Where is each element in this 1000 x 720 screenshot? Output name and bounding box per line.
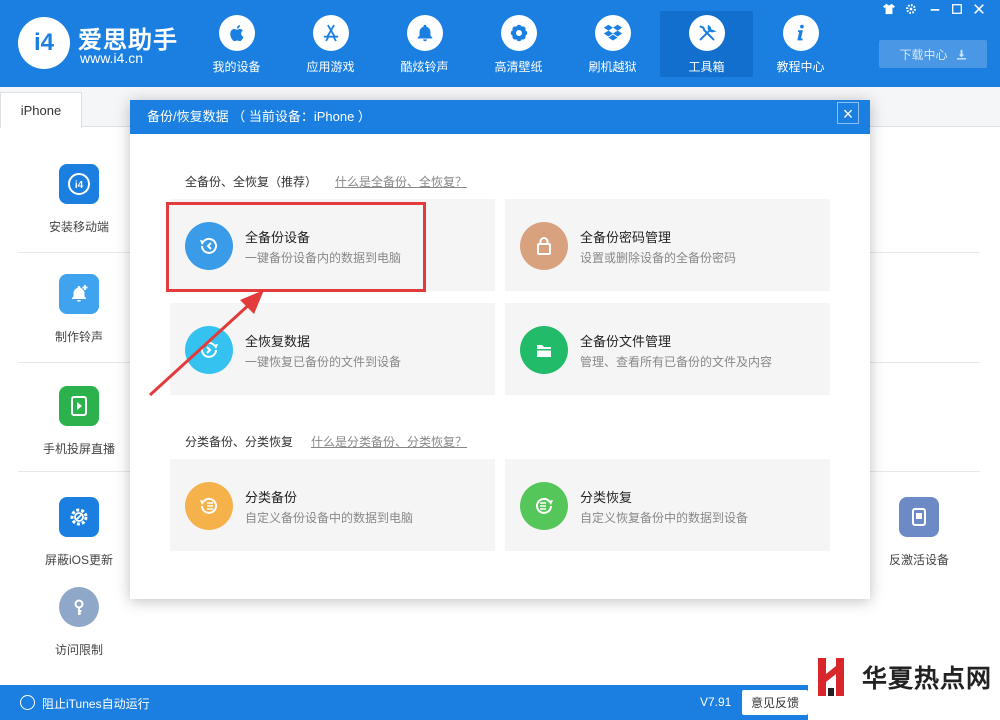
card-title: 全备份密码管理	[580, 230, 672, 245]
tool-label: 安装移动端	[48, 220, 109, 234]
watermark: 华夏热点网	[808, 634, 1000, 720]
nav-tutorials[interactable]: 教程中心	[754, 11, 847, 77]
tool-access-restriction[interactable]: 访问限制	[19, 587, 139, 658]
card-title: 分类备份	[245, 490, 298, 505]
folder-icon	[520, 326, 568, 374]
card-desc: 设置或删除设备的全备份密码	[580, 251, 737, 265]
minimize-icon[interactable]	[926, 3, 944, 17]
nav-label: 高清壁纸	[494, 60, 543, 74]
tool-block-ios-update[interactable]: 屏蔽iOS更新	[19, 497, 139, 568]
app-store-icon	[312, 15, 349, 51]
nav-wallpapers[interactable]: 高清壁纸	[472, 11, 565, 77]
annotation-arrow	[148, 290, 264, 397]
shirt-icon[interactable]	[880, 3, 898, 17]
section-title-full: 全备份、全恢复（推荐）	[185, 175, 318, 189]
apple-icon	[218, 15, 255, 51]
nav-flash-jailbreak[interactable]: 刷机越狱	[566, 11, 659, 77]
i4-app-icon: i4	[59, 164, 99, 204]
flower-icon	[500, 15, 537, 51]
section-title-category: 分类备份、分类恢复	[185, 435, 294, 449]
brand-url: www.i4.cn	[80, 50, 144, 66]
nav-apps[interactable]: 应用游戏	[284, 11, 377, 77]
nav-label: 刷机越狱	[588, 60, 637, 74]
card-backup-files[interactable]: 全备份文件管理 管理、查看所有已备份的文件及内容	[505, 303, 830, 395]
card-title: 分类恢复	[580, 490, 633, 505]
card-desc: 管理、查看所有已备份的文件及内容	[580, 355, 773, 369]
tool-label: 反激活设备	[888, 553, 949, 567]
tool-screen-mirror[interactable]: 手机投屏直播	[19, 386, 139, 457]
card-category-backup[interactable]: 分类备份 自定义备份设备中的数据到电脑	[170, 459, 495, 551]
dropbox-icon	[594, 15, 631, 51]
tool-label: 制作铃声	[54, 330, 103, 344]
tool-label: 手机投屏直播	[42, 442, 115, 456]
device-tab[interactable]: iPhone	[0, 92, 82, 128]
gear-block-icon	[59, 497, 99, 537]
svg-text:i4: i4	[75, 180, 84, 191]
device-icon	[899, 497, 939, 537]
dialog-title: 备份/恢复数据 （ 当前设备：iPhone ）	[130, 100, 870, 134]
tool-make-ringtone[interactable]: 制作铃声	[19, 274, 139, 345]
lock-icon	[520, 222, 568, 270]
highlight-annotation-box	[166, 202, 426, 292]
tool-label: 访问限制	[54, 643, 103, 657]
card-backup-password[interactable]: 全备份密码管理 设置或删除设备的全备份密码	[505, 199, 830, 291]
dialog-close-button[interactable]: ×	[837, 102, 859, 124]
nav-label: 应用游戏	[306, 60, 355, 74]
nav-label: 酷炫铃声	[400, 60, 449, 74]
download-center-button[interactable]: 下载中心	[879, 40, 987, 68]
nav-my-device[interactable]: 我的设备	[190, 11, 283, 77]
download-center-label: 下载中心	[899, 47, 948, 62]
category-restore-icon	[520, 482, 568, 530]
watermark-logo-icon	[818, 658, 844, 696]
help-link-category[interactable]: 什么是分类备份、分类恢复？	[311, 433, 467, 450]
nav-label: 工具箱	[688, 60, 725, 74]
tool-label: 屏蔽iOS更新	[44, 553, 113, 567]
nav-label: 我的设备	[212, 60, 261, 74]
bell-plus-icon	[59, 274, 99, 314]
info-icon	[782, 15, 819, 51]
maximize-icon[interactable]	[948, 3, 966, 17]
key-icon	[59, 587, 99, 627]
nav-ringtones[interactable]: 酷炫铃声	[378, 11, 471, 77]
app-logo: i4	[18, 17, 70, 69]
tools-icon	[688, 15, 725, 51]
top-bar: i4 爱思助手 www.i4.cn 我的设备 应用游戏 酷炫铃声 高清壁纸 刷机…	[0, 0, 1000, 87]
tool-install-mobile[interactable]: i4 安装移动端	[19, 164, 139, 235]
nav-label: 教程中心	[776, 60, 825, 74]
download-icon	[956, 49, 966, 60]
watermark-text: 华夏热点网	[862, 664, 993, 693]
bell-icon	[406, 15, 443, 51]
card-desc: 自定义备份设备中的数据到电脑	[245, 511, 414, 525]
tool-deactivate-device[interactable]: 反激活设备	[859, 497, 979, 568]
version-label: V7.91	[700, 695, 732, 709]
card-title: 全备份文件管理	[580, 334, 672, 349]
block-itunes-label[interactable]: 阻止iTunes自动运行	[42, 695, 150, 712]
screen-play-icon	[59, 386, 99, 426]
nav-toolbox[interactable]: 工具箱	[660, 11, 753, 77]
card-category-restore[interactable]: 分类恢复 自定义恢复备份中的数据到设备	[505, 459, 830, 551]
gear-icon[interactable]	[902, 3, 920, 17]
feedback-button[interactable]: 意见反馈	[742, 690, 808, 715]
block-itunes-radio[interactable]	[20, 695, 35, 710]
category-backup-icon	[185, 482, 233, 530]
card-desc: 自定义恢复备份中的数据到设备	[580, 511, 749, 525]
help-link-full[interactable]: 什么是全备份、全恢复？	[335, 173, 467, 190]
close-icon[interactable]	[970, 3, 988, 17]
